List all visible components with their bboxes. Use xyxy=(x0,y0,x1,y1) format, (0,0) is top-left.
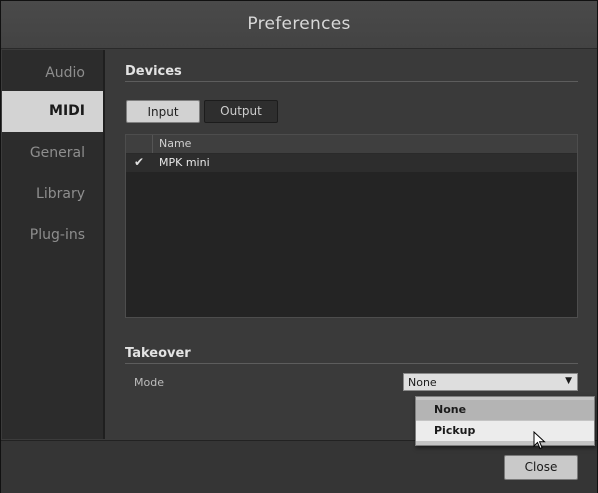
sidebar-item-general[interactable]: General xyxy=(30,145,85,161)
preferences-window: Preferences Audio MIDI General Library P… xyxy=(0,0,598,493)
devices-section-title: Devices xyxy=(125,64,182,79)
mode-select-value: None xyxy=(408,376,437,389)
sidebar-item-midi[interactable]: MIDI xyxy=(2,91,103,132)
window-title: Preferences xyxy=(247,14,351,34)
content-panel: Devices Input Output Name ✔ MPK mini Tak… xyxy=(105,50,597,439)
close-button[interactable]: Close xyxy=(504,455,578,480)
dropdown-option-pickup[interactable]: Pickup xyxy=(416,421,594,441)
device-name: MPK mini xyxy=(159,156,210,169)
name-column-header[interactable]: Name xyxy=(159,137,191,150)
sidebar-item-audio[interactable]: Audio xyxy=(45,65,85,81)
checkmark-icon[interactable]: ✔ xyxy=(132,155,146,169)
takeover-section-title: Takeover xyxy=(125,346,191,361)
table-header: Name xyxy=(126,135,577,154)
sidebar-item-plugins[interactable]: Plug-ins xyxy=(30,227,85,243)
mode-label: Mode xyxy=(134,376,164,389)
devices-divider xyxy=(125,81,578,82)
devices-table: Name ✔ MPK mini xyxy=(125,134,578,318)
table-row[interactable]: ✔ MPK mini xyxy=(126,154,577,172)
chevron-down-icon[interactable]: ▼ xyxy=(565,376,572,386)
mode-select[interactable]: None ▼ xyxy=(403,373,578,391)
title-bar: Preferences xyxy=(1,1,597,49)
mouse-cursor-icon xyxy=(533,431,546,450)
dropdown-option-none[interactable]: None xyxy=(416,400,594,420)
output-tab-button[interactable]: Output xyxy=(204,100,278,123)
sidebar: Audio MIDI General Library Plug-ins xyxy=(2,50,105,439)
sidebar-item-library[interactable]: Library xyxy=(36,186,85,202)
takeover-divider xyxy=(125,363,578,364)
mode-dropdown-menu: None Pickup xyxy=(415,396,595,446)
column-separator xyxy=(152,135,153,153)
input-tab-button[interactable]: Input xyxy=(126,100,200,123)
